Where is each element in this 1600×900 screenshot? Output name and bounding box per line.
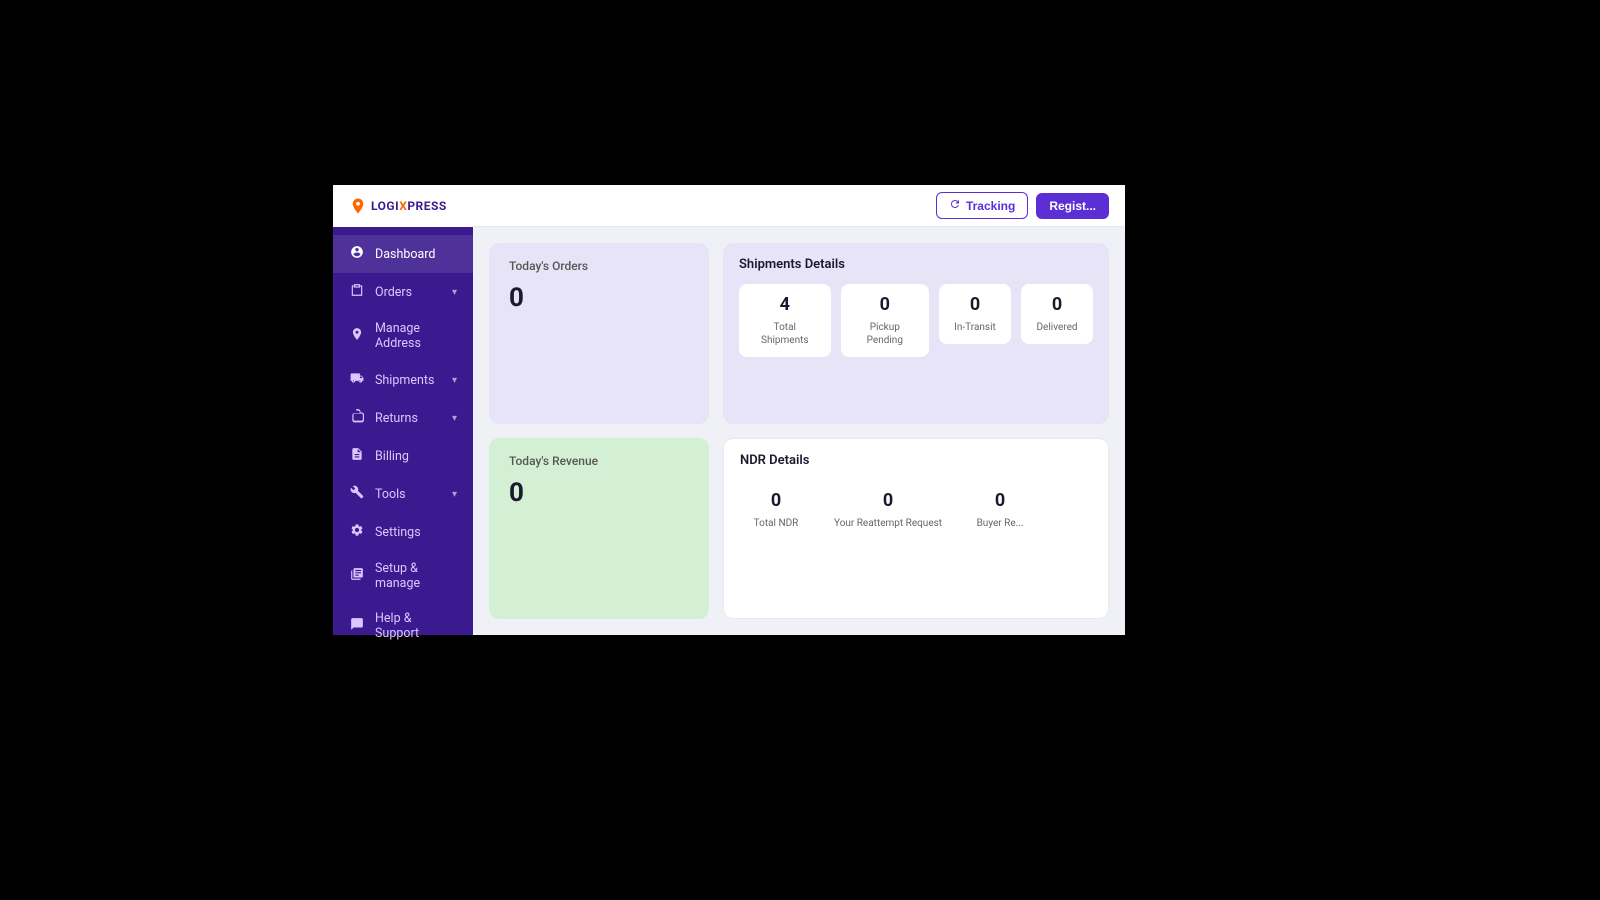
register-button[interactable]: Regist...: [1036, 193, 1109, 219]
sidebar-item-shipments[interactable]: Shipments ▾: [333, 361, 473, 399]
shipments-details-title: Shipments Details: [739, 257, 1093, 272]
sidebar-item-setup-manage[interactable]: Setup & manage: [333, 551, 473, 601]
logo: LOGIXPRESS: [333, 185, 473, 227]
sidebar-nav: Dashboard Orders ▾ Manage Address Shipme…: [333, 227, 473, 659]
sidebar-item-dashboard-label: Dashboard: [375, 247, 457, 262]
total-shipments-box: 4 Total Shipments: [739, 284, 831, 357]
sidebar-item-settings[interactable]: Settings: [333, 513, 473, 551]
pickup-pending-value: 0: [880, 294, 890, 315]
todays-orders-title: Today's Orders: [509, 259, 689, 273]
logo-icon: [349, 197, 367, 215]
ndr-details-title: NDR Details: [740, 453, 1092, 468]
dashboard-icon: [349, 245, 365, 263]
logo-text: LOGIXPRESS: [371, 199, 447, 213]
tracking-label: Tracking: [966, 199, 1015, 213]
sidebar-item-help-support-label: Help & Support: [375, 611, 457, 641]
shipments-metrics: 4 Total Shipments 0 Pickup Pending 0 In-…: [739, 284, 1093, 357]
total-ndr-value: 0: [771, 490, 781, 511]
todays-revenue-card: Today's Revenue 0: [489, 438, 709, 619]
sidebar-item-tools-label: Tools: [375, 487, 442, 502]
sidebar-item-returns-label: Returns: [375, 411, 442, 426]
delivered-label: Delivered: [1036, 321, 1077, 334]
returns-icon: [349, 409, 365, 427]
billing-icon: [349, 447, 365, 465]
todays-revenue-value: 0: [509, 478, 689, 508]
buyer-re-value: 0: [995, 490, 1005, 511]
setup-manage-icon: [349, 567, 365, 585]
main-area: Tracking Regist... Today's Orders 0 Ship…: [473, 185, 1125, 635]
sidebar-item-returns[interactable]: Returns ▾: [333, 399, 473, 437]
tracking-refresh-icon: [949, 198, 961, 213]
returns-arrow-icon: ▾: [452, 413, 457, 424]
sidebar-item-billing-label: Billing: [375, 449, 457, 464]
in-transit-box: 0 In-Transit: [939, 284, 1011, 344]
shipments-icon: [349, 371, 365, 389]
bottom-cards-row: Today's Revenue 0 NDR Details 0 Total ND…: [489, 438, 1109, 619]
top-cards-row: Today's Orders 0 Shipments Details 4 Tot…: [489, 243, 1109, 424]
tracking-button[interactable]: Tracking: [936, 192, 1028, 219]
sidebar-item-shipments-label: Shipments: [375, 373, 442, 388]
total-ndr-label: Total NDR: [754, 517, 799, 530]
pickup-pending-label: Pickup Pending: [853, 321, 917, 347]
dashboard-content: Today's Orders 0 Shipments Details 4 Tot…: [473, 227, 1125, 635]
sidebar-item-manage-address[interactable]: Manage Address: [333, 311, 473, 361]
sidebar-item-setup-manage-label: Setup & manage: [375, 561, 457, 591]
reattempt-request-value: 0: [883, 490, 893, 511]
sidebar-item-dashboard[interactable]: Dashboard: [333, 235, 473, 273]
sidebar-item-tools[interactable]: Tools ▾: [333, 475, 473, 513]
orders-arrow-icon: ▾: [452, 287, 457, 298]
settings-icon: [349, 523, 365, 541]
total-shipments-value: 4: [780, 294, 790, 315]
header: Tracking Regist...: [473, 185, 1125, 227]
total-ndr-box: 0 Total NDR: [740, 480, 812, 540]
buyer-re-label: Buyer Re...: [977, 517, 1024, 530]
in-transit-value: 0: [970, 294, 980, 315]
sidebar-item-billing[interactable]: Billing: [333, 437, 473, 475]
delivered-value: 0: [1052, 294, 1062, 315]
sidebar-item-help-support[interactable]: Help & Support: [333, 601, 473, 651]
reattempt-request-box: 0 Your Reattempt Request: [822, 480, 954, 540]
total-shipments-label: Total Shipments: [751, 321, 819, 347]
in-transit-label: In-Transit: [954, 321, 996, 334]
delivered-box: 0 Delivered: [1021, 284, 1093, 344]
register-label: Regist...: [1049, 199, 1096, 213]
ndr-details-card: NDR Details 0 Total NDR 0 Your Reattempt…: [723, 438, 1109, 619]
manage-address-icon: [349, 327, 365, 345]
sidebar: LOGIXPRESS Dashboard Orders ▾ Manage Add…: [333, 185, 473, 635]
help-support-icon: [349, 617, 365, 635]
reattempt-request-label: Your Reattempt Request: [834, 517, 942, 530]
shipments-arrow-icon: ▾: [452, 375, 457, 386]
buyer-re-box: 0 Buyer Re...: [964, 480, 1036, 540]
sidebar-item-manage-address-label: Manage Address: [375, 321, 457, 351]
sidebar-item-orders-label: Orders: [375, 285, 442, 300]
ndr-metrics: 0 Total NDR 0 Your Reattempt Request 0 B…: [740, 480, 1092, 540]
orders-icon: [349, 283, 365, 301]
todays-orders-value: 0: [509, 283, 689, 313]
todays-orders-card: Today's Orders 0: [489, 243, 709, 424]
todays-revenue-title: Today's Revenue: [509, 454, 689, 468]
sidebar-item-settings-label: Settings: [375, 525, 457, 540]
tools-arrow-icon: ▾: [452, 489, 457, 500]
tools-icon: [349, 485, 365, 503]
pickup-pending-box: 0 Pickup Pending: [841, 284, 929, 357]
shipments-details-card: Shipments Details 4 Total Shipments 0 Pi…: [723, 243, 1109, 424]
sidebar-item-orders[interactable]: Orders ▾: [333, 273, 473, 311]
